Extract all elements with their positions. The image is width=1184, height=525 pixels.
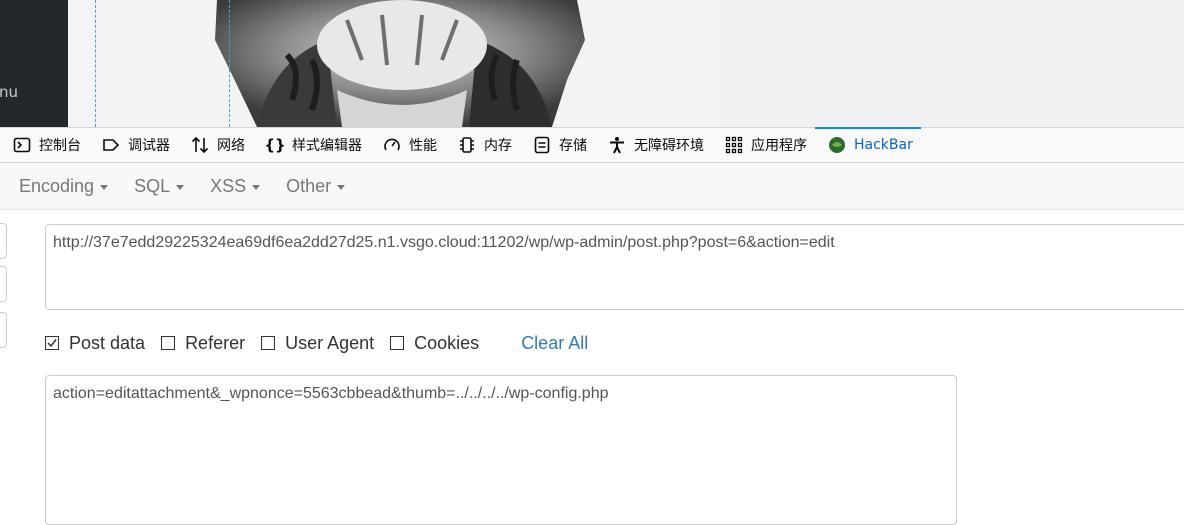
devtools-tab-bar: 控制台 调试器 网络 {} 样式编辑器 性能 内存 存储 无障碍环境 应用程序 … xyxy=(0,127,1184,163)
storage-icon xyxy=(532,135,552,155)
tab-hackbar[interactable]: HackBar xyxy=(815,127,921,162)
tab-network[interactable]: 网络 xyxy=(178,128,253,162)
tab-performance-label: 性能 xyxy=(409,138,437,154)
application-icon xyxy=(724,135,744,155)
execute-button[interactable] xyxy=(0,312,7,348)
cookies-label: Cookies xyxy=(414,332,480,353)
tab-style-editor[interactable]: {} 样式编辑器 xyxy=(253,128,370,162)
post-data-option[interactable]: Post data xyxy=(45,333,145,354)
checkmark-icon xyxy=(47,339,57,348)
tab-application[interactable]: 应用程序 xyxy=(712,128,815,162)
caret-down-icon xyxy=(252,184,261,190)
tab-debugger[interactable]: 调试器 xyxy=(89,128,178,162)
referer-checkbox[interactable] xyxy=(161,336,176,350)
post-data-checkbox[interactable] xyxy=(45,336,59,350)
encoding-dropdown[interactable]: Encoding xyxy=(19,175,109,197)
referer-option[interactable]: Referer xyxy=(161,333,245,354)
post-data-label: Post data xyxy=(69,332,146,353)
split-url-button[interactable] xyxy=(0,266,7,302)
tab-debugger-label: 调试器 xyxy=(128,138,170,154)
guide-line-right xyxy=(229,0,230,127)
guide-line-left xyxy=(95,0,96,127)
user-agent-option[interactable]: User Agent xyxy=(261,333,374,354)
tab-network-label: 网络 xyxy=(217,138,245,154)
other-dropdown-label: Other xyxy=(286,175,332,196)
tab-style-editor-label: 样式编辑器 xyxy=(292,138,362,154)
user-agent-checkbox[interactable] xyxy=(261,336,276,350)
tab-storage[interactable]: 存储 xyxy=(520,128,595,162)
hackbar-menu-bar: Encoding SQL XSS Other xyxy=(0,163,1184,210)
tab-accessibility-label: 无障碍环境 xyxy=(634,138,704,154)
memory-icon xyxy=(457,135,477,155)
hackbar-icon xyxy=(827,135,847,155)
clear-all-link[interactable]: Clear All xyxy=(521,333,588,354)
xss-dropdown[interactable]: XSS xyxy=(210,175,261,197)
cookies-option[interactable]: Cookies xyxy=(390,333,479,354)
tab-console[interactable]: 控制台 xyxy=(0,128,89,162)
tab-storage-label: 存储 xyxy=(559,138,587,154)
xss-dropdown-label: XSS xyxy=(210,175,247,196)
sql-dropdown-label: SQL xyxy=(134,175,171,196)
referer-label: Referer xyxy=(185,332,246,353)
user-agent-label: User Agent xyxy=(285,332,375,353)
sql-dropdown[interactable]: SQL xyxy=(134,175,185,197)
tab-hackbar-label: HackBar xyxy=(854,137,913,153)
collapse-menu-label[interactable]: nu xyxy=(0,83,18,101)
caret-down-icon xyxy=(176,184,185,190)
debugger-icon xyxy=(101,135,121,155)
performance-icon xyxy=(382,135,402,155)
url-textarea[interactable]: http://37e7edd29225324ea69df6ea2dd27d25.… xyxy=(45,224,1184,310)
tab-application-label: 应用程序 xyxy=(751,138,807,154)
cat-photo xyxy=(97,0,721,127)
network-icon xyxy=(190,135,210,155)
other-dropdown[interactable]: Other xyxy=(286,175,346,197)
post-data-textarea[interactable]: action=editattachment&_wpnonce=5563cbbea… xyxy=(45,375,957,525)
tab-memory[interactable]: 内存 xyxy=(445,128,520,162)
request-options: Post data Referer User Agent Cookies Cle… xyxy=(45,331,588,355)
wp-admin-sidebar[interactable]: nu xyxy=(0,0,68,127)
page-viewport: nu xyxy=(0,0,1184,127)
accessibility-icon xyxy=(607,135,627,155)
load-url-button[interactable] xyxy=(0,223,7,259)
tab-performance[interactable]: 性能 xyxy=(370,128,445,162)
caret-down-icon xyxy=(337,184,346,190)
caret-down-icon xyxy=(100,184,109,190)
console-icon xyxy=(12,135,32,155)
tab-console-label: 控制台 xyxy=(39,138,81,154)
cookies-checkbox[interactable] xyxy=(390,336,405,350)
encoding-dropdown-label: Encoding xyxy=(19,175,95,196)
style-editor-icon: {} xyxy=(264,136,286,154)
tab-memory-label: 内存 xyxy=(484,138,512,154)
tab-accessibility[interactable]: 无障碍环境 xyxy=(595,128,712,162)
